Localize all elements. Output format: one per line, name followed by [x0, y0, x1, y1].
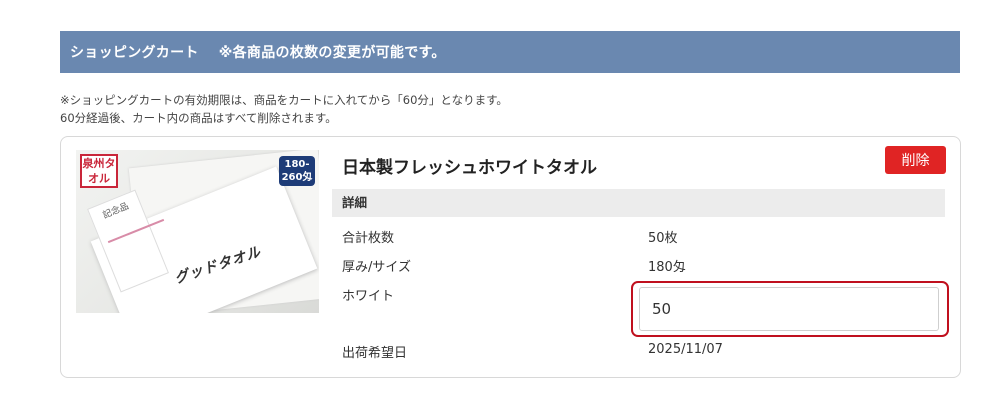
detail-label: 出荷希望日	[342, 346, 408, 361]
product-name: 日本製フレッシュホワイトタオル	[342, 158, 597, 178]
detail-row-size: 厚み/サイズ 180匁	[342, 256, 686, 275]
cart-title: ショッピングカート	[70, 45, 199, 61]
detail-value: 180匁	[648, 260, 686, 275]
notice-line-1: ※ショッピングカートの有効期限は、商品をカートに入れてから「60分」となります。	[60, 93, 508, 107]
notice-line-2: 60分経過後、カート内の商品はすべて削除されます。	[60, 111, 337, 125]
cart-subtitle: ※各商品の枚数の変更が可能です。	[218, 45, 446, 61]
detail-label: 合計枚数	[342, 231, 395, 246]
product-image: 記念品 グッドタオル 泉州タオル 180- 260匁	[76, 150, 319, 313]
detail-label: ホワイト	[342, 289, 395, 304]
quantity-highlight	[631, 281, 949, 337]
detail-row-ship-date: 出荷希望日 2025/11/07	[342, 342, 723, 361]
cart-notice: ※ショッピングカートの有効期限は、商品をカートに入れてから「60分」となります。…	[60, 91, 508, 127]
details-header: 詳細	[332, 189, 945, 217]
detail-label: 厚み/サイズ	[342, 260, 411, 275]
detail-value: 2025/11/07	[648, 342, 723, 357]
quantity-input[interactable]	[639, 287, 939, 331]
delete-button[interactable]: 削除	[885, 146, 946, 174]
detail-row-color: ホワイト	[342, 285, 394, 304]
detail-row-total: 合計枚数 50枚	[342, 227, 678, 246]
cart-item-card: 記念品 グッドタオル 泉州タオル 180- 260匁 日本製フレッシュホワイトタ…	[60, 136, 961, 378]
cart-header: ショッピングカート ※各商品の枚数の変更が可能です。	[60, 31, 960, 73]
brand-logo: 泉州タオル	[80, 154, 118, 188]
detail-value: 50枚	[648, 231, 678, 246]
weight-badge: 180- 260匁	[279, 156, 315, 186]
